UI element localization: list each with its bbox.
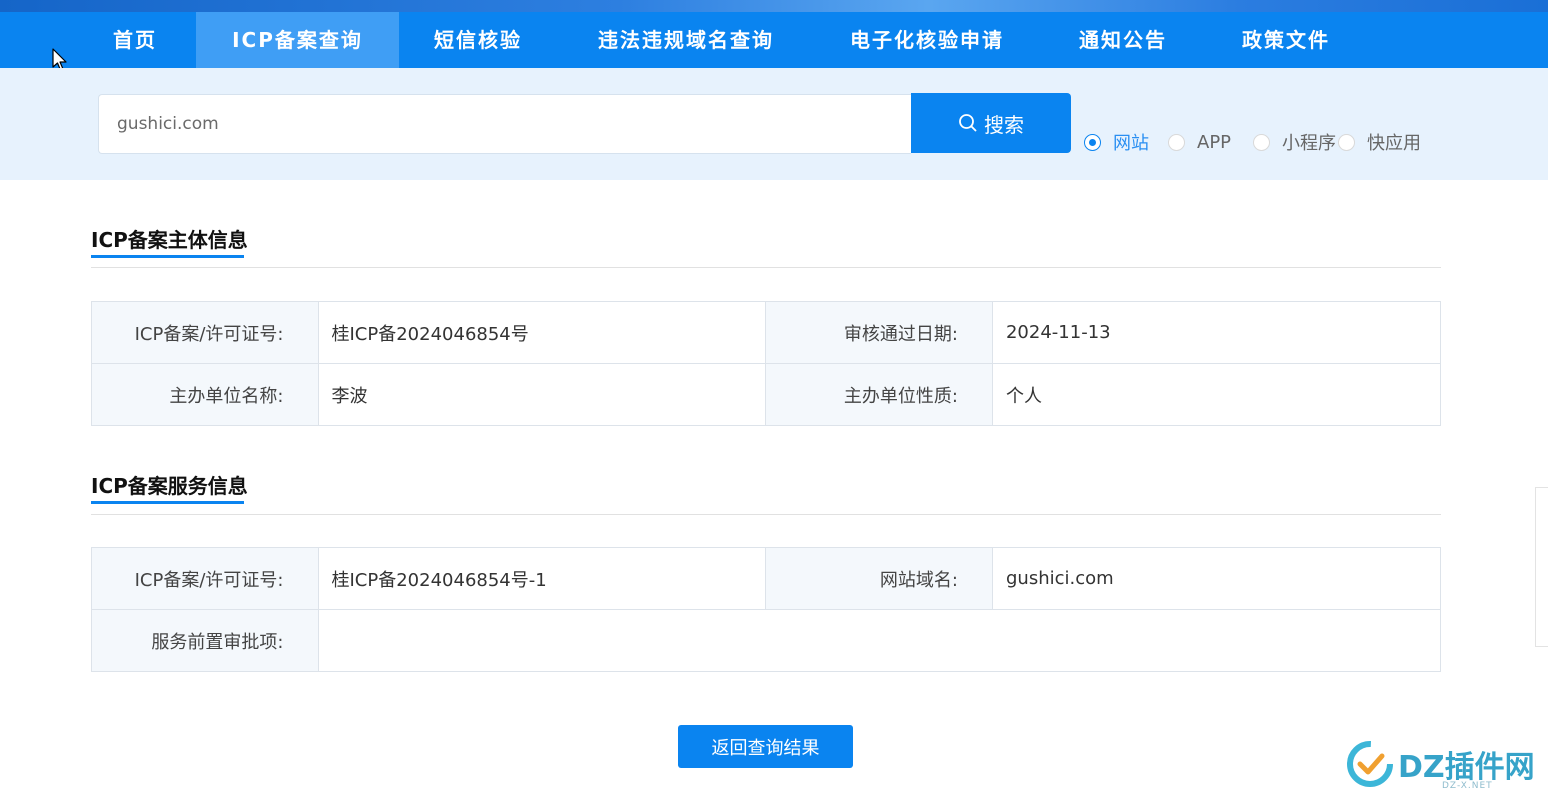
search-button[interactable]: 搜索 — [911, 93, 1071, 153]
nav-sms-verify[interactable]: 短信核验 — [410, 12, 546, 68]
service-license-value: 桂ICP备2024046854号-1 — [317, 547, 767, 610]
subject-divider — [91, 267, 1441, 268]
radio-mini-program[interactable]: 小程序 — [1253, 128, 1336, 156]
search-icon — [959, 114, 977, 132]
organizer-name-label: 主办单位名称: — [91, 363, 319, 426]
back-to-results-button[interactable]: 返回查询结果 — [678, 725, 853, 768]
search-button-label: 搜索 — [984, 112, 1024, 137]
watermark: DZ插件网 — [1346, 740, 1535, 788]
approval-date-label: 审核通过日期: — [765, 301, 993, 364]
service-divider — [91, 514, 1441, 515]
service-license-label: ICP备案/许可证号: — [91, 547, 319, 610]
radio-quick-app[interactable]: 快应用 — [1338, 128, 1421, 156]
radio-website-label: 网站 — [1113, 133, 1149, 154]
radio-dot-icon — [1084, 133, 1101, 151]
watermark-text: DZ插件网 — [1398, 750, 1535, 785]
subject-title-underline — [91, 255, 244, 258]
nav-icp-query[interactable]: ICP备案查询 — [196, 12, 399, 68]
nav-notices[interactable]: 通知公告 — [1058, 12, 1188, 68]
search-band: gushici.com 搜索 网站 APP 小程序 快应用 — [0, 68, 1548, 180]
radio-dot-icon — [1338, 133, 1355, 151]
approval-date-value: 2024-11-13 — [991, 301, 1442, 364]
radio-website[interactable]: 网站 — [1084, 128, 1149, 156]
nav-illegal-domain-query[interactable]: 违法违规域名查询 — [574, 12, 798, 68]
side-float-tab[interactable] — [1535, 487, 1548, 647]
license-label: ICP备案/许可证号: — [91, 301, 319, 364]
nav-home[interactable]: 首页 — [82, 12, 188, 68]
table-row: 服务前置审批项: — [91, 609, 1441, 672]
radio-mini-program-label: 小程序 — [1282, 133, 1336, 154]
radio-app-label: APP — [1197, 131, 1232, 153]
watermark-logo-icon — [1347, 741, 1393, 787]
radio-dot-icon — [1253, 133, 1270, 151]
subject-info-table: ICP备案/许可证号: 桂ICP备2024046854号 审核通过日期: 202… — [91, 301, 1442, 426]
subject-section-title: ICP备案主体信息 — [91, 228, 248, 252]
organizer-name-value: 李波 — [317, 363, 767, 426]
radio-app[interactable]: APP — [1168, 128, 1231, 156]
service-title-underline — [91, 501, 244, 504]
main-nav: 首页 ICP备案查询 短信核验 违法违规域名查询 电子化核验申请 通知公告 政策… — [0, 12, 1548, 68]
service-info-table: ICP备案/许可证号: 桂ICP备2024046854号-1 网站域名: gus… — [91, 547, 1442, 672]
domain-label: 网站域名: — [765, 547, 993, 610]
search-input[interactable]: gushici.com — [98, 94, 911, 154]
organizer-nature-value: 个人 — [991, 363, 1442, 426]
table-row: ICP备案/许可证号: 桂ICP备2024046854号 审核通过日期: 202… — [91, 301, 1442, 364]
nav-policy-docs[interactable]: 政策文件 — [1220, 12, 1352, 68]
radio-dot-icon — [1168, 133, 1185, 151]
license-value: 桂ICP备2024046854号 — [317, 301, 767, 364]
watermark-subtext: DZ-X.NET — [1442, 781, 1493, 791]
organizer-nature-label: 主办单位性质: — [765, 363, 993, 426]
pre-approval-label: 服务前置审批项: — [91, 609, 319, 672]
top-banner-strip — [0, 0, 1548, 12]
nav-electronic-verify[interactable]: 电子化核验申请 — [826, 12, 1028, 68]
radio-quick-app-label: 快应用 — [1367, 133, 1421, 154]
domain-value: gushici.com — [991, 547, 1442, 610]
table-row: ICP备案/许可证号: 桂ICP备2024046854号-1 网站域名: gus… — [91, 547, 1442, 610]
table-row: 主办单位名称: 李波 主办单位性质: 个人 — [91, 363, 1442, 426]
pre-approval-value — [317, 609, 1441, 672]
service-section-title: ICP备案服务信息 — [91, 474, 248, 498]
